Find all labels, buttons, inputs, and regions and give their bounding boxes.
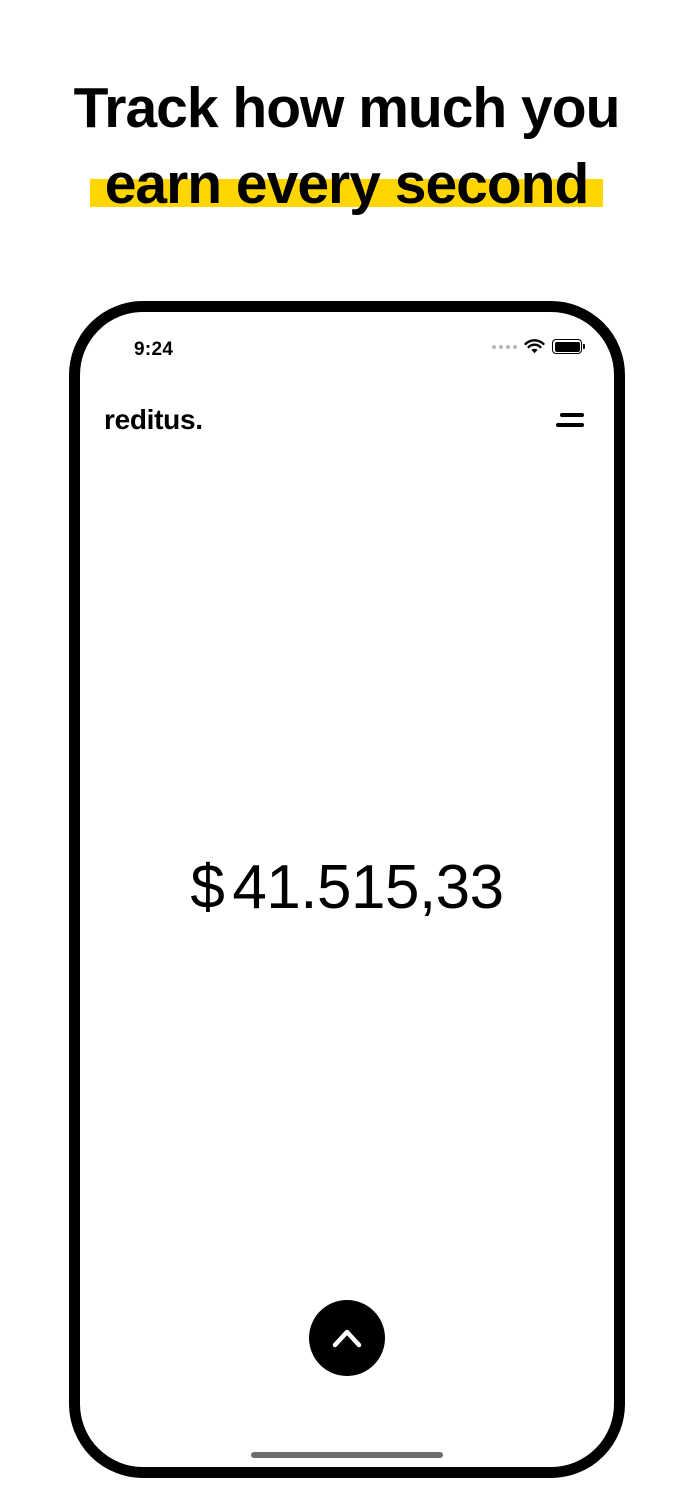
headline-highlight-text: earn every second [104,152,590,216]
wifi-icon [524,339,545,354]
headline: Track how much you earn every second [0,70,693,222]
expand-button[interactable] [309,1300,385,1376]
signal-icon [492,344,517,349]
app-logo: reditus. [104,404,203,435]
status-bar: 9:24 [80,312,614,372]
status-time: 9:24 [134,339,174,360]
headline-line-1: Track how much you [73,76,621,140]
currency-symbol: $ [190,853,225,922]
earnings-amount: 41.515,33 [232,853,504,922]
status-icons [492,339,585,354]
earnings-display: $41.515,33 [80,852,614,923]
menu-icon-bar-top [560,413,584,417]
menu-button[interactable] [554,408,584,432]
menu-icon-bar-bottom [556,423,584,427]
screen: Track how much you earn every second 9:2… [0,0,693,1500]
highlight-wrap: earn every second [89,146,604,222]
battery-icon [552,339,585,354]
headline-line-2: earn every second [0,146,693,222]
phone-frame: 9:24 reditus. $ 41.515,33 [69,301,625,1478]
home-indicator[interactable] [251,1452,443,1458]
app-header: reditus. [104,400,584,440]
chevron-up-icon [332,1329,362,1348]
